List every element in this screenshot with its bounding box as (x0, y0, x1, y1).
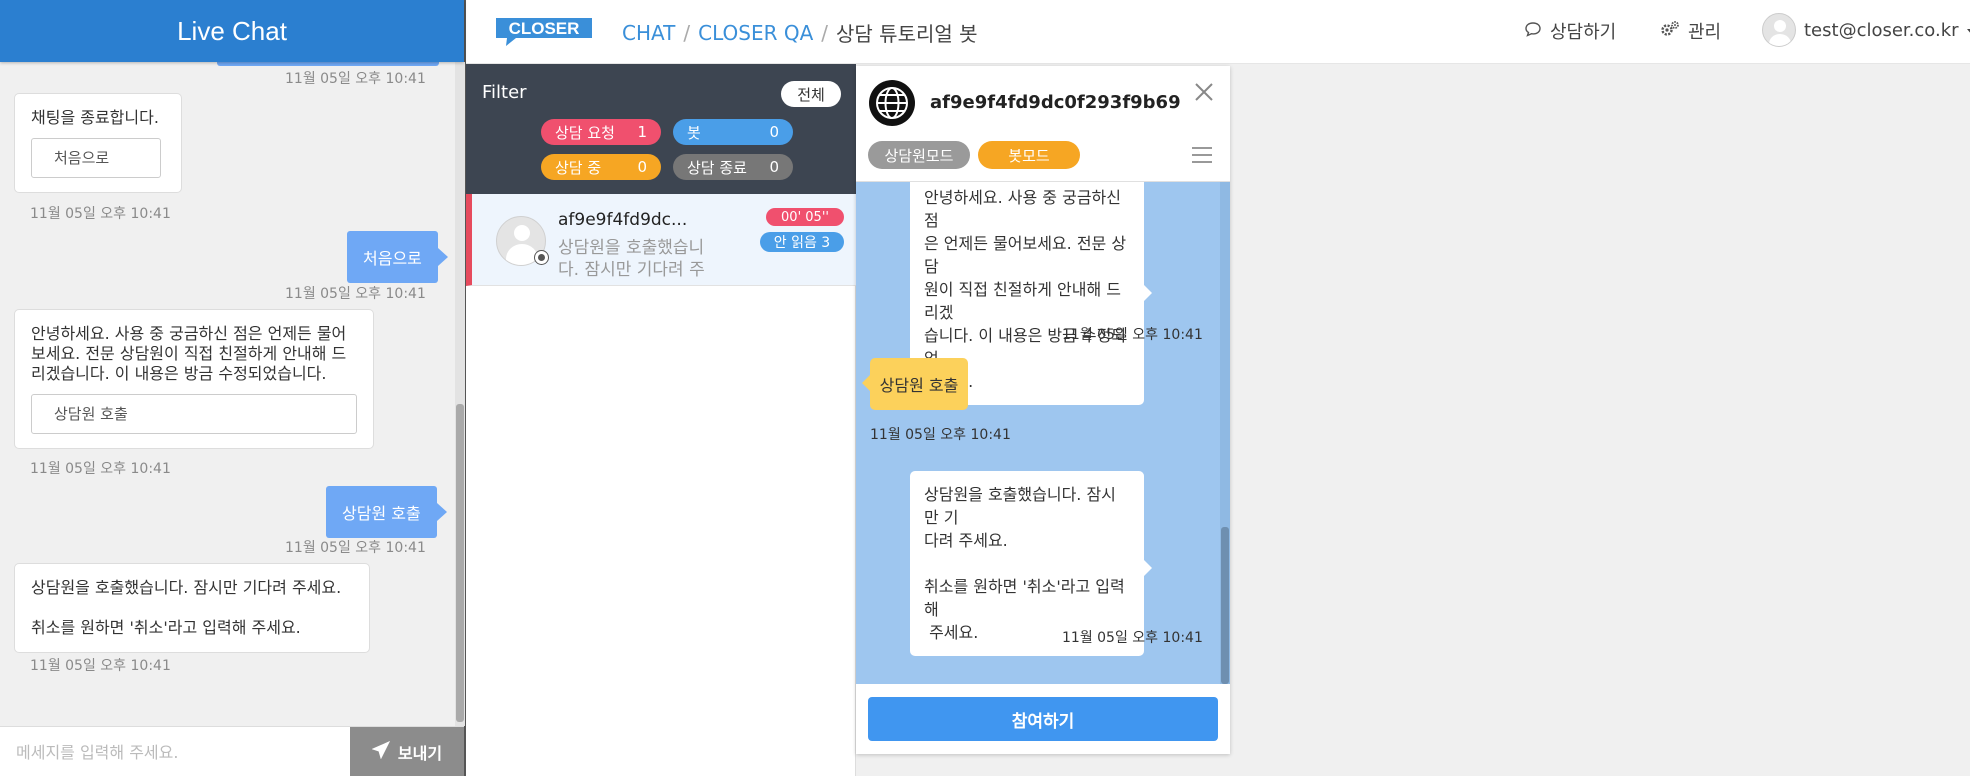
nav-consult-label: 상담하기 (1550, 22, 1617, 43)
filter-pill-ended[interactable]: 상담 종료 0 (673, 154, 793, 180)
conversation-timer-badge: 00' 05'' (766, 208, 844, 226)
conversation-list-item[interactable]: af9e9f4fd9dc... 상담원을 호출했습니다. 잠시만 기다려 주세요… (466, 194, 856, 286)
conversation-preview: 상담원을 호출했습니다. 잠시만 기다려 주세요. (558, 238, 705, 280)
filter-all-button[interactable]: 전체 (781, 81, 841, 107)
live-chat-header: Live Chat (0, 0, 464, 62)
breadcrumb-project[interactable]: CLOSER QA (698, 21, 813, 45)
filter-title: Filter (482, 82, 527, 103)
message-time: 11월 05일 오후 10:41 (30, 206, 171, 222)
join-button[interactable]: 참여하기 (868, 697, 1218, 741)
send-icon (371, 740, 390, 763)
filter-pill-label: 상담 종료 (687, 158, 747, 177)
logo-text: CLOSER (509, 19, 580, 38)
bot-message-line: 안녕하세요. 사용 중 궁금하신 점은 언제든 물어 (31, 324, 347, 343)
send-button[interactable]: 보내기 (350, 727, 464, 776)
chat-scrollbar[interactable] (1220, 182, 1230, 684)
message-time: 11월 05일 오후 10:41 (870, 427, 1011, 443)
bot-message-text: 채팅을 종료합니다. (31, 108, 159, 127)
bot-message-bubble: 채팅을 종료합니다. 처음으로 (14, 93, 182, 193)
bot-message-bubble: 상담원을 호출했습니다. 잠시만 기다려 주세요. 취소를 원하면 '취소'라고… (14, 563, 370, 653)
breadcrumb-separator: / (683, 20, 691, 45)
filter-pill-count: 1 (637, 123, 647, 141)
filter-pill-in-progress[interactable]: 상담 중 0 (541, 154, 661, 180)
filter-pill-count: 0 (769, 123, 779, 141)
message-line: 원이 직접 친절하게 안내해 드리겠 (924, 280, 1121, 322)
bot-message-line: 보세요. 전문 상담원이 직접 친절하게 안내해 드 (31, 344, 347, 363)
filter-pill-label: 봇 (687, 123, 701, 142)
chat-detail-panel: af9e9f4fd9dc0f293f9b691650... 상담원모드 봇모드 … (856, 66, 1230, 754)
user-email: test@closer.co.kr (1804, 19, 1959, 41)
caret-down-icon (1966, 20, 1970, 41)
message-line: 취소를 원하면 '취소'라고 입력해 (924, 577, 1125, 619)
message-time: 11월 05일 오후 10:41 (285, 71, 426, 87)
message-input[interactable] (0, 727, 350, 776)
message-input-bar: 보내기 (0, 726, 464, 776)
filter-pill-label: 상담 중 (555, 158, 602, 177)
breadcrumb-current: 상담 튜토리얼 봇 (836, 22, 978, 46)
chat-detail-footer: 참여하기 (856, 684, 1230, 754)
live-chat-widget: Live Chat 11월 05일 오후 10:41 채팅을 종료합니다. 처음… (0, 0, 466, 776)
chat-scrollbar-thumb[interactable] (456, 404, 464, 722)
user-menu[interactable]: test@closer.co.kr (1762, 13, 1970, 47)
bot-message-line: 리겠습니다. 이 내용은 방금 수정되었습니다. (31, 364, 327, 383)
chat-scrollbar-thumb[interactable] (1221, 527, 1229, 684)
filter-pill-label: 상담 요청 (555, 123, 615, 142)
bot-message-line: 상담원을 호출했습니다. 잠시만 기다려 주세요. (31, 578, 342, 597)
message-line: 은 언제든 물어보세요. 전문 상담 (924, 234, 1127, 276)
bot-message-bubble: 안녕하세요. 사용 중 궁금하신 점은 언제든 물어 보세요. 전문 상담원이 … (14, 309, 374, 449)
message-line (924, 552, 1130, 575)
message-time: 11월 05일 오후 10:41 (30, 461, 171, 477)
send-button-label: 보내기 (397, 744, 443, 763)
close-icon[interactable] (1192, 80, 1216, 104)
message-time: 11월 05일 오후 10:41 (30, 658, 171, 674)
bot-message-line: 취소를 원하면 '취소'라고 입력해 주세요. (31, 618, 301, 637)
closer-logo[interactable]: CLOSER (494, 14, 594, 48)
message-time: 11월 05일 오후 10:41 (285, 286, 426, 302)
quick-reply-button-call-agent[interactable]: 상담원 호출 (31, 394, 357, 434)
message-time: 11월 05일 오후 10:41 (1062, 630, 1203, 646)
nav-manage-label: 관리 (1688, 22, 1722, 43)
filter-panel: Filter 전체 상담 요청 1 봇 0 상담 중 0 상담 종료 0 (466, 64, 856, 194)
message-time: 11월 05일 오후 10:41 (1062, 327, 1203, 343)
breadcrumb-separator: / (821, 20, 829, 45)
message-line: 상담원을 호출했습니다. 잠시만 기 (924, 485, 1116, 527)
breadcrumb-chat[interactable]: CHAT (622, 21, 675, 45)
status-dot-icon (534, 250, 549, 265)
filter-pill-bot[interactable]: 봇 0 (673, 119, 793, 145)
chat-detail-title: af9e9f4fd9dc0f293f9b691650... (930, 92, 1180, 113)
chat-bubble-icon (1524, 20, 1542, 43)
bot-mode-toggle[interactable]: 봇모드 (978, 141, 1080, 169)
gears-icon (1660, 20, 1680, 43)
message-line: 안녕하세요. 사용 중 궁금하신 점 (924, 188, 1121, 230)
chat-scrollbar[interactable] (455, 62, 465, 726)
top-navigation-bar: CLOSER CHAT / CLOSER QA / 상담 튜토리얼 봇 상담하기… (466, 0, 1970, 64)
chat-message-area: 안녕하세요. 사용 중 궁금하신 점 은 언제든 물어보세요. 전문 상담 원이… (856, 182, 1230, 684)
filter-pill-count: 0 (637, 158, 647, 176)
user-message-bubble: 처음으로 (347, 231, 448, 283)
unread-count-badge: 안 읽음 3 (760, 232, 844, 252)
filter-pill-count: 0 (769, 158, 779, 176)
filter-pill-requests[interactable]: 상담 요청 1 (541, 119, 661, 145)
user-avatar-icon (1762, 13, 1796, 47)
conversation-name: af9e9f4fd9dc... (558, 210, 688, 230)
chat-detail-header: af9e9f4fd9dc0f293f9b691650... 상담원모드 봇모드 (856, 66, 1230, 182)
hamburger-menu-icon[interactable] (1192, 147, 1212, 165)
quick-reply-button-restart[interactable]: 처음으로 (31, 138, 161, 178)
nav-manage-link[interactable]: 관리 (1660, 18, 1721, 44)
conversation-list-panel: Filter 전체 상담 요청 1 봇 0 상담 중 0 상담 종료 0 af9… (466, 64, 856, 776)
user-message-bubble: 상담원 호출 (862, 358, 968, 410)
nav-consult-link[interactable]: 상담하기 (1524, 18, 1616, 44)
message-line: 다려 주세요. (924, 531, 1008, 550)
message-time: 11월 05일 오후 10:41 (285, 540, 426, 556)
agent-mode-toggle[interactable]: 상담원모드 (868, 141, 970, 169)
globe-icon (869, 80, 915, 126)
breadcrumb: CHAT / CLOSER QA / 상담 튜토리얼 봇 (622, 18, 978, 47)
user-message-bubble: 상담원 호출 (326, 486, 447, 538)
